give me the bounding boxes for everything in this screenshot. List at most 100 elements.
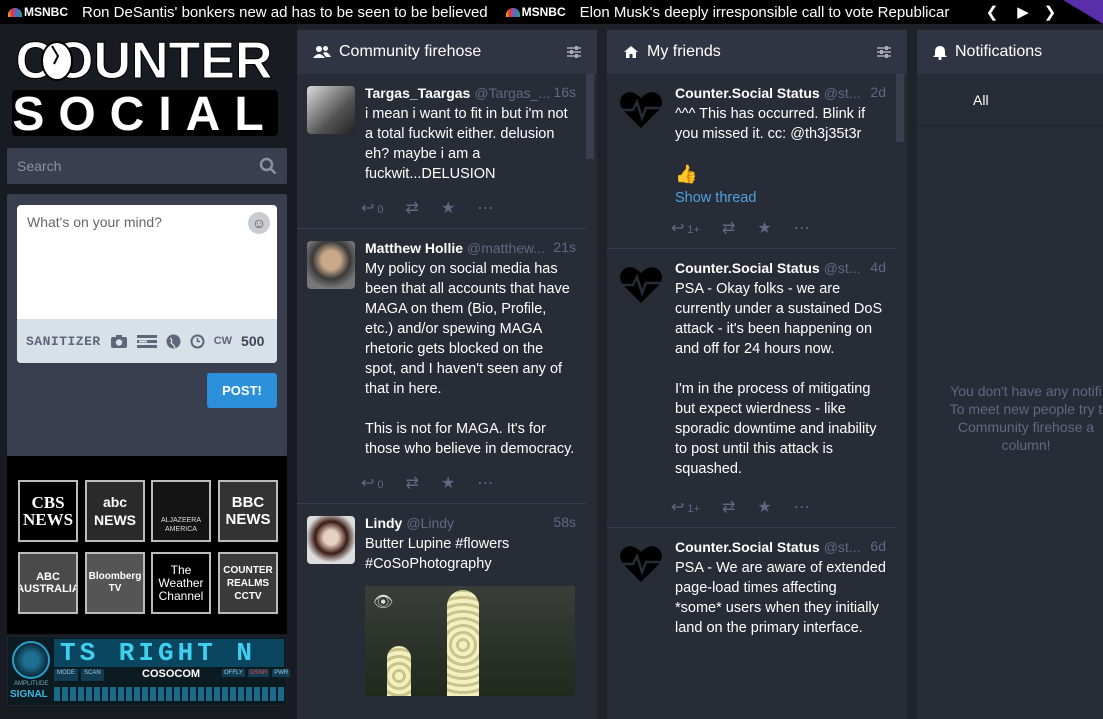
boost-icon[interactable]: ⇄ [722, 218, 735, 238]
post-button[interactable]: POST! [207, 373, 277, 408]
boost-icon[interactable]: ⇄ [722, 497, 735, 517]
channel-aljazeera[interactable]: ALJAZEERA AMERICA [151, 480, 211, 542]
more-icon[interactable]: ⋯ [477, 473, 493, 493]
timestamp[interactable]: 58s [553, 514, 576, 530]
radio-osnr-button[interactable]: OSNR [247, 669, 270, 677]
search-bar[interactable] [7, 148, 287, 184]
timestamp[interactable]: 4d [870, 259, 886, 275]
reply-icon: ↩ [361, 475, 375, 492]
emoji-picker-icon[interactable]: ☺ [248, 212, 270, 234]
channel-abc-australia[interactable]: ABC AUSTRALIA [18, 552, 78, 614]
account-handle[interactable]: @Targas_... [474, 84, 550, 102]
timestamp[interactable]: 21s [553, 239, 576, 255]
ticker-source: MSNBC [24, 5, 68, 19]
display-name[interactable]: Lindy [365, 514, 402, 532]
sanitizer-button[interactable]: SANITIZER [26, 334, 101, 349]
status-item[interactable]: Counter.Social Status @st... 2d ^^^ This … [607, 74, 896, 249]
ticker-item[interactable]: MSNBC Ron DeSantis' bonkers new ad has t… [8, 4, 506, 21]
account-handle[interactable]: @matthew... [467, 239, 545, 257]
star-icon[interactable]: ★ [441, 198, 455, 218]
display-name[interactable]: Matthew Hollie [365, 239, 463, 257]
compose-area: ☺ SANITIZER CW 500 [17, 205, 277, 363]
status-item[interactable]: Counter.Social Status @st... 4d PSA - Oka… [607, 249, 896, 528]
account-handle[interactable]: @Lindy [406, 514, 454, 532]
display-name[interactable]: Targas_Taargas [365, 84, 470, 102]
chevron-right-icon: ❯ [1043, 4, 1057, 21]
boost-icon[interactable]: ⇄ [406, 473, 419, 493]
radio-offly-button[interactable]: OFFLY [222, 669, 245, 677]
channel-bloomberg[interactable]: Bloomberg TV [85, 552, 145, 614]
radio-mode-button[interactable]: MODE [54, 669, 78, 681]
status-item[interactable]: Counter.Social Status @st... 6d PSA - We … [607, 528, 896, 648]
channel-abc-news[interactable]: abc NEWS [85, 480, 145, 542]
ticker-next-button[interactable]: ❯ [1038, 0, 1062, 24]
lupine-flower [387, 646, 411, 696]
timestamp[interactable]: 16s [553, 84, 576, 100]
heartbeat-avatar-icon[interactable] [617, 540, 665, 588]
reply-count: 1+ [687, 503, 700, 515]
account-handle[interactable]: @st... [824, 84, 861, 102]
ticker-play-button[interactable]: ▶ [1011, 0, 1035, 24]
radio-scan-button[interactable]: SCAN [81, 669, 104, 681]
status-item[interactable]: Matthew Hollie @matthew... 21s My policy … [297, 229, 586, 504]
star-icon[interactable]: ★ [757, 497, 771, 517]
column-settings-icon[interactable] [877, 45, 891, 59]
column-settings-icon[interactable] [567, 45, 581, 59]
search-input[interactable] [17, 158, 237, 174]
poll-icon[interactable] [136, 334, 157, 348]
account-handle[interactable]: @st... [824, 538, 861, 556]
display-name[interactable]: Counter.Social Status [675, 538, 820, 556]
star-icon[interactable]: ★ [441, 473, 455, 493]
column-header[interactable]: Community firehose [297, 30, 597, 74]
media-attachment[interactable]: 👁 [365, 586, 575, 696]
channel-bbc-news[interactable]: BBC NEWS [218, 480, 278, 542]
show-thread-link[interactable]: Show thread [675, 190, 886, 206]
reply-button[interactable]: ↩ 1+ [671, 497, 700, 517]
column-scrollbar[interactable] [896, 74, 904, 142]
camera-icon[interactable] [110, 334, 128, 349]
timestamp[interactable]: 6d [870, 538, 886, 554]
radio-pwr-button[interactable]: PWR [272, 669, 291, 677]
eye-icon[interactable]: 👁 [373, 592, 393, 612]
globe-icon[interactable] [166, 334, 181, 349]
account-handle[interactable]: @st... [824, 259, 861, 277]
clock-icon[interactable] [190, 334, 205, 349]
avatar[interactable] [307, 241, 355, 289]
compose-textarea[interactable] [17, 205, 277, 315]
heartbeat-avatar-icon[interactable] [617, 261, 665, 309]
more-icon[interactable]: ⋯ [477, 198, 493, 218]
display-name[interactable]: Counter.Social Status [675, 259, 820, 277]
ticker-item[interactable]: MSNBC Elon Musk's deeply irresponsible c… [505, 4, 968, 21]
more-icon[interactable]: ⋯ [794, 218, 810, 238]
avatar[interactable] [307, 86, 355, 134]
tab-all[interactable]: All [973, 92, 989, 108]
reply-button[interactable]: ↩ 0 [361, 198, 384, 218]
column-scrollbar[interactable] [586, 74, 594, 159]
star-icon[interactable]: ★ [757, 218, 771, 238]
amplitude-dial[interactable] [12, 641, 50, 679]
status-paragraph: My policy on social media has been that … [365, 261, 570, 397]
status-item[interactable]: Lindy @Lindy 58s Butter Lupine #flowers #… [297, 504, 586, 706]
timestamp[interactable]: 2d [870, 84, 886, 100]
search-icon[interactable] [259, 157, 277, 175]
ticker-prev-button[interactable]: ❮ [980, 0, 1004, 24]
content-warning-button[interactable]: CW [214, 335, 232, 347]
display-name[interactable]: Counter.Social Status [675, 84, 820, 102]
more-icon[interactable]: ⋯ [794, 497, 810, 517]
column-header[interactable]: My friends [607, 30, 907, 74]
reply-button[interactable]: ↩ 0 [361, 473, 384, 493]
reply-button[interactable]: ↩ 1+ [671, 218, 700, 238]
counter-social-logo[interactable]: COUNTER SOCIAL [8, 34, 280, 138]
status-paragraph: ^^^ This has occurred. Blink if you miss… [675, 106, 866, 142]
ticker-headline[interactable]: Elon Musk's deeply irresponsible call to… [580, 4, 950, 21]
channel-weather[interactable]: The Weather Channel [151, 552, 211, 614]
heartbeat-avatar-icon[interactable] [617, 86, 665, 134]
channel-cbs-news[interactable]: CBS NEWS [18, 480, 78, 542]
avatar[interactable] [307, 516, 355, 564]
status-item[interactable]: Targas_Taargas @Targas_... 16s i mean i w… [297, 74, 586, 229]
boost-icon[interactable]: ⇄ [406, 198, 419, 218]
column-header[interactable]: Notifications [917, 30, 1103, 74]
channel-cctv[interactable]: COUNTER REALMS CCTV [218, 552, 278, 614]
ticker-headline[interactable]: Ron DeSantis' bonkers new ad has to be s… [82, 4, 488, 21]
compose-panel: COUNTER SOCIAL ☺ SANITIZER CW 500 POST! [0, 24, 297, 719]
